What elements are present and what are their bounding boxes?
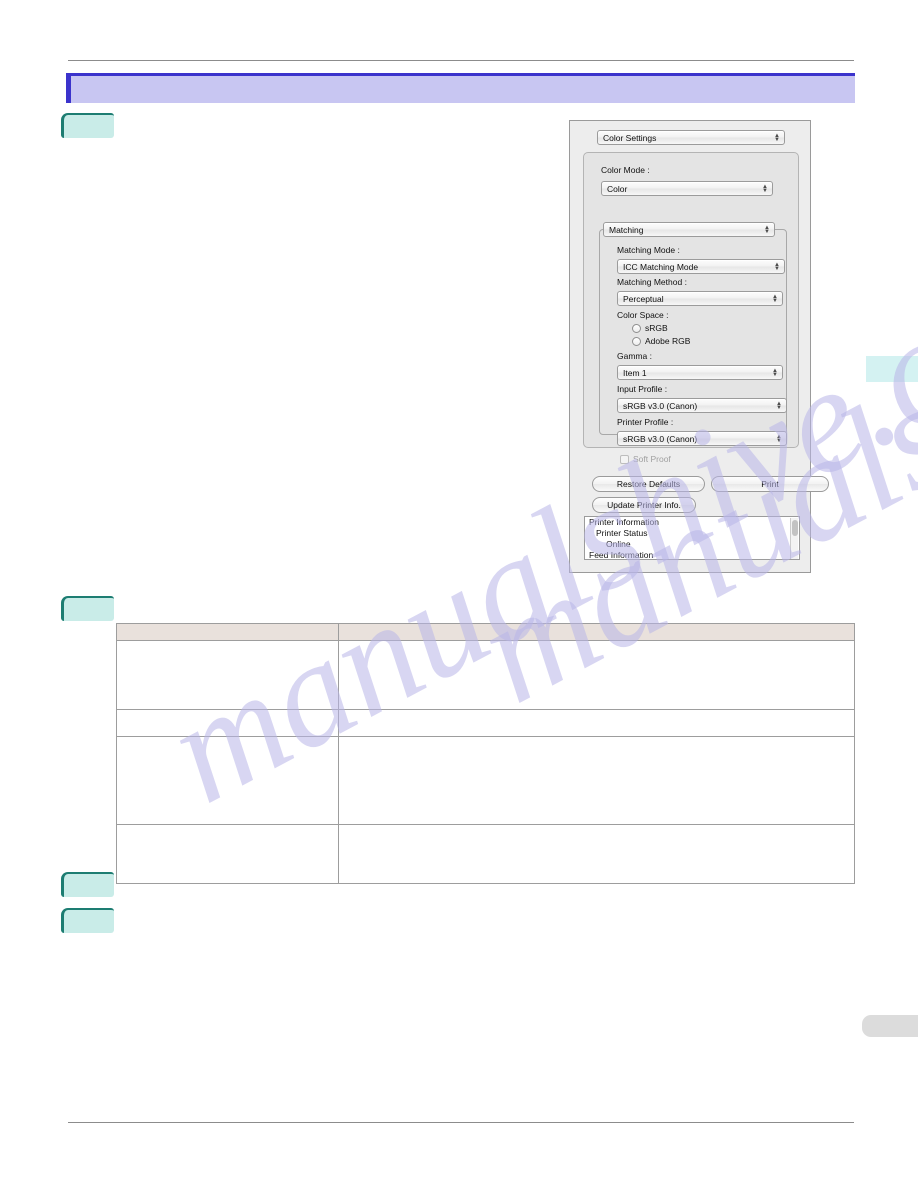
input-profile-popup[interactable]: sRGB v3.0 (Canon) ▲ ▼ (617, 398, 787, 413)
printer-profile-value: sRGB v3.0 (Canon) (623, 433, 698, 444)
printer-info-line: Printer Information (589, 517, 659, 527)
input-profile-value: sRGB v3.0 (Canon) (623, 400, 698, 411)
content-table (116, 623, 856, 884)
color-space-srgb-label: sRGB (645, 323, 668, 333)
print-button[interactable]: Print (711, 476, 829, 492)
matching-group-popup[interactable]: Matching ▲ ▼ (603, 222, 775, 237)
table-header-row (116, 623, 856, 641)
matching-method-value: Perceptual (623, 293, 664, 304)
matching-method-label: Matching Method : (617, 277, 687, 287)
chevron-updown-icon: ▲ ▼ (764, 224, 770, 235)
chevron-updown-icon: ▲ ▼ (762, 183, 768, 194)
table-row (116, 736, 856, 825)
table-body (116, 640, 856, 884)
scrollbar-thumb[interactable] (792, 520, 798, 536)
color-space-adobergb-label: Adobe RGB (645, 336, 691, 346)
printer-profile-popup[interactable]: sRGB v3.0 (Canon) ▲ ▼ (617, 431, 787, 446)
page-title-banner (66, 73, 855, 103)
section-tab-2 (61, 596, 114, 621)
table-header-cell (337, 623, 856, 641)
soft-proof-label: Soft Proof (633, 454, 671, 464)
matching-mode-label: Matching Mode : (617, 245, 680, 255)
printer-info-line: Printer Status (596, 528, 648, 538)
table-header-cell (116, 623, 339, 641)
color-space-radio-srgb[interactable]: sRGB (632, 323, 668, 333)
table-cell (337, 709, 856, 737)
matching-method-popup[interactable]: Perceptual ▲ ▼ (617, 291, 783, 306)
chevron-updown-icon: ▲ ▼ (776, 433, 782, 444)
chevron-updown-icon: ▲ ▼ (774, 261, 780, 272)
table-row (116, 709, 856, 737)
table-cell (116, 824, 339, 884)
radio-icon (632, 323, 641, 333)
color-mode-popup[interactable]: Color ▲ ▼ (601, 181, 773, 196)
table-cell (337, 824, 856, 884)
table-cell (116, 736, 339, 825)
soft-proof-checkbox[interactable]: Soft Proof (620, 454, 671, 464)
table-row (116, 824, 856, 884)
gamma-popup[interactable]: Item 1 ▲ ▼ (617, 365, 783, 380)
section-tab-3 (61, 872, 114, 897)
color-settings-pane: Color Mode : Color ▲ ▼ Matching ▲ ▼ Matchi… (583, 152, 799, 464)
printer-information-list[interactable]: Printer Information Printer Status Onlin… (584, 516, 800, 560)
table-cell (337, 736, 856, 825)
color-mode-value: Color (607, 183, 628, 194)
color-mode-label: Color Mode : (601, 165, 650, 175)
table-cell (116, 640, 339, 710)
print-dialog: Color Settings ▲ ▼ Color Mode : Color ▲ ▼ … (569, 120, 829, 573)
printer-info-line: Feed Information (589, 550, 654, 560)
matching-group-value: Matching (609, 224, 644, 235)
matching-mode-value: ICC Matching Mode (623, 261, 699, 272)
radio-icon (632, 336, 641, 346)
update-printer-info-button[interactable]: Update Printer Info. (592, 497, 696, 513)
vertical-scrollbar[interactable] (790, 518, 798, 559)
matching-mode-popup[interactable]: ICC Matching Mode ▲ ▼ (617, 259, 785, 274)
page-number-marker (862, 1015, 918, 1037)
input-profile-label: Input Profile : (617, 384, 668, 394)
chevron-updown-icon: ▲ ▼ (776, 400, 782, 411)
pane-selector-popup[interactable]: Color Settings ▲ ▼ (597, 130, 785, 145)
edge-marker-cyan (866, 356, 918, 382)
printer-info-line: Online (606, 539, 631, 549)
chevron-updown-icon: ▲ ▼ (772, 293, 778, 304)
printer-profile-label: Printer Profile : (617, 417, 674, 427)
restore-defaults-button[interactable]: Restore Defaults (592, 476, 705, 492)
chevron-updown-icon: ▲ ▼ (772, 367, 778, 378)
color-space-label: Color Space : (617, 310, 669, 320)
section-tab-4 (61, 908, 114, 933)
gamma-value: Item 1 (623, 367, 647, 378)
section-tab-1 (61, 113, 114, 138)
pane-selector-value: Color Settings (603, 132, 657, 143)
gamma-label: Gamma : (617, 351, 652, 361)
footer-rule (68, 1122, 854, 1123)
header-rule (68, 60, 854, 61)
color-space-radio-adobergb[interactable]: Adobe RGB (632, 336, 690, 346)
table-row (116, 640, 856, 710)
checkbox-icon (620, 454, 629, 464)
chevron-updown-icon: ▲ ▼ (774, 132, 780, 143)
table-cell (337, 640, 856, 710)
table-cell (116, 709, 339, 737)
